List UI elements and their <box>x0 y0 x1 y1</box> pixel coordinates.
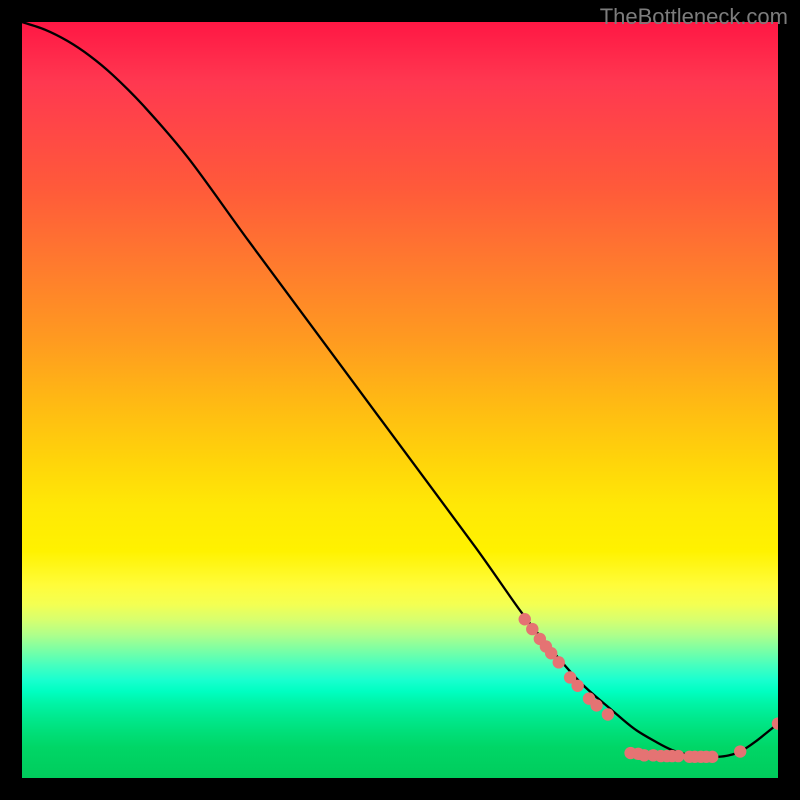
chart-curve <box>22 22 778 757</box>
chart-data-point <box>602 708 614 720</box>
watermark-text: TheBottleneck.com <box>600 4 788 30</box>
chart-plot-area <box>22 22 778 778</box>
chart-data-point <box>672 750 684 762</box>
chart-points <box>519 613 778 763</box>
chart-data-point <box>571 680 583 692</box>
chart-data-point <box>590 699 602 711</box>
chart-data-point <box>706 751 718 763</box>
chart-data-point <box>526 623 538 635</box>
chart-data-point <box>553 656 565 668</box>
chart-data-point <box>734 745 746 757</box>
chart-svg-layer <box>22 22 778 778</box>
chart-data-point <box>519 613 531 625</box>
